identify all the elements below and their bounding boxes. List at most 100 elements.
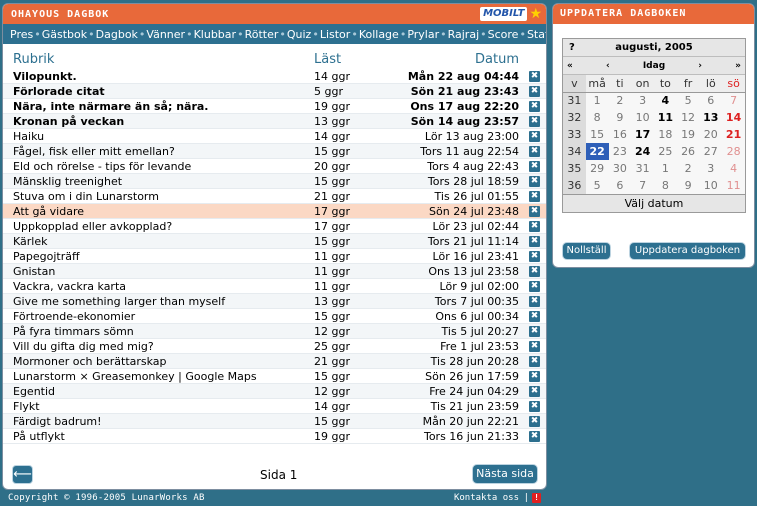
mobile-logo[interactable]: MOBILT xyxy=(480,7,528,21)
calendar-day[interactable]: 6 xyxy=(699,92,723,109)
calendar-day-today[interactable]: 22 xyxy=(585,143,609,160)
nav-item-rtter[interactable]: Rötter xyxy=(245,28,279,41)
column-header-title[interactable]: Rubrik xyxy=(13,52,54,67)
diary-entry-row[interactable]: Mormoner och berättarskap 21 ggr Tis 28 ju… xyxy=(3,354,546,369)
diary-entry-row[interactable]: På fyra timmars sömn 12 ggr Tis 5 jul 20:2… xyxy=(3,324,546,339)
nav-item-gstbok[interactable]: Gästbok xyxy=(42,28,87,41)
diary-entry-row[interactable]: Gnistan 11 ggr Ons 13 jul 23:58 ✖ xyxy=(3,264,546,279)
calendar-day[interactable]: 1 xyxy=(585,92,609,109)
delete-icon[interactable]: ✖ xyxy=(529,71,540,82)
diary-entry-row[interactable]: Eld och rörelse - tips för levande 20 ggr… xyxy=(3,159,546,174)
delete-icon[interactable]: ✖ xyxy=(529,281,540,292)
entry-title-link[interactable]: Förtroende-ekonomier xyxy=(13,309,135,324)
diary-entry-row[interactable]: Förtroende-ekonomier 15 ggr Ons 6 jul 00:3… xyxy=(3,309,546,324)
entry-title-link[interactable]: Kronan på veckan xyxy=(13,114,124,129)
diary-entry-row[interactable]: Färdigt badrum! 15 ggr Mån 20 jun 22:21 ✖ xyxy=(3,414,546,429)
entry-title-link[interactable]: Eld och rörelse - tips för levande xyxy=(13,159,191,174)
delete-icon[interactable]: ✖ xyxy=(529,191,540,202)
diary-entry-row[interactable]: Haiku 14 ggr Lör 13 aug 23:00 ✖ xyxy=(3,129,546,144)
calendar-day[interactable]: 8 xyxy=(653,177,677,194)
column-header-read[interactable]: Läst xyxy=(314,52,341,67)
entry-title-link[interactable]: Kärlek xyxy=(13,234,47,249)
entry-title-link[interactable]: Haiku xyxy=(13,129,44,144)
delete-icon[interactable]: ✖ xyxy=(529,101,540,112)
nav-item-dagbok[interactable]: Dagbok xyxy=(96,28,138,41)
diary-entry-row[interactable]: Uppkopplad eller avkopplad? 17 ggr Lör 23 … xyxy=(3,219,546,234)
calendar-day[interactable]: 19 xyxy=(676,126,700,143)
diary-entry-row[interactable]: Nära, inte närmare än så; nära. 19 ggr Ons… xyxy=(3,99,546,114)
delete-icon[interactable]: ✖ xyxy=(529,416,540,427)
entry-title-link[interactable]: Flykt xyxy=(13,399,40,414)
diary-entry-row[interactable]: Egentid 12 ggr Fre 24 jun 04:29 ✖ xyxy=(3,384,546,399)
calendar-day[interactable]: 8 xyxy=(585,109,609,126)
calendar-day[interactable]: 12 xyxy=(676,109,700,126)
calendar-day[interactable]: 21 xyxy=(722,126,745,143)
calendar-day[interactable]: 17 xyxy=(631,126,654,143)
column-header-date[interactable]: Datum xyxy=(475,52,519,67)
reset-button[interactable]: Nollställ xyxy=(562,242,611,260)
nav-item-vnner[interactable]: Vänner xyxy=(146,28,185,41)
calendar-day[interactable]: 7 xyxy=(631,177,654,194)
entry-title-link[interactable]: Give me something larger than myself xyxy=(13,294,225,309)
entry-title-link[interactable]: Nära, inte närmare än så; nära. xyxy=(13,99,208,114)
delete-icon[interactable]: ✖ xyxy=(529,386,540,397)
prev-month-button[interactable]: ‹ xyxy=(606,61,610,71)
entry-title-link[interactable]: Uppkopplad eller avkopplad? xyxy=(13,219,172,234)
calendar-day[interactable]: 1 xyxy=(653,160,677,177)
nav-item-prylar[interactable]: Prylar xyxy=(407,28,439,41)
diary-entry-row[interactable]: Stuva om i din Lunarstorm 21 ggr Tis 26 ju… xyxy=(3,189,546,204)
diary-entry-row[interactable]: På utflykt 19 ggr Tors 16 jun 21:33 ✖ xyxy=(3,429,546,444)
calendar-day[interactable]: 6 xyxy=(608,177,632,194)
diary-entry-row[interactable]: Kärlek 15 ggr Tors 21 jul 11:14 ✖ xyxy=(3,234,546,249)
delete-icon[interactable]: ✖ xyxy=(529,116,540,127)
entry-title-link[interactable]: Att gå vidare xyxy=(13,204,84,219)
entry-title-link[interactable]: Vackra, vackra karta xyxy=(13,279,126,294)
diary-entry-row[interactable]: Flykt 14 ggr Tis 21 jun 23:59 ✖ xyxy=(3,399,546,414)
calendar-day[interactable]: 3 xyxy=(699,160,723,177)
delete-icon[interactable]: ✖ xyxy=(529,326,540,337)
nav-item-pres[interactable]: Pres xyxy=(10,28,33,41)
calendar-day[interactable]: 29 xyxy=(585,160,609,177)
calendar-day[interactable]: 4 xyxy=(722,160,745,177)
calendar-day[interactable]: 14 xyxy=(722,109,745,126)
previous-page-button[interactable]: ⟵ xyxy=(12,465,33,484)
calendar-day[interactable]: 16 xyxy=(608,126,632,143)
entry-title-link[interactable]: Egentid xyxy=(13,384,55,399)
calendar-day[interactable]: 27 xyxy=(699,143,723,160)
diary-entry-row[interactable]: Vilopunkt. 14 ggr Mån 22 aug 04:44 ✖ xyxy=(3,69,546,84)
calendar-day[interactable]: 10 xyxy=(699,177,723,194)
delete-icon[interactable]: ✖ xyxy=(529,296,540,307)
entry-title-link[interactable]: På utflykt xyxy=(13,429,65,444)
calendar-day[interactable]: 25 xyxy=(653,143,677,160)
delete-icon[interactable]: ✖ xyxy=(529,266,540,277)
delete-icon[interactable]: ✖ xyxy=(529,176,540,187)
calendar-day[interactable]: 9 xyxy=(608,109,632,126)
update-diary-button[interactable]: Uppdatera dagboken xyxy=(629,242,746,260)
calendar-day[interactable]: 20 xyxy=(699,126,723,143)
calendar-day[interactable]: 24 xyxy=(631,143,654,160)
calendar-day[interactable]: 23 xyxy=(608,143,632,160)
diary-entry-row[interactable]: Vackra, vackra karta 11 ggr Lör 9 jul 02:0… xyxy=(3,279,546,294)
alert-icon[interactable]: ! xyxy=(532,493,541,503)
diary-entry-row[interactable]: Papegojträff 11 ggr Lör 16 jul 23:41 ✖ xyxy=(3,249,546,264)
delete-icon[interactable]: ✖ xyxy=(529,146,540,157)
calendar-day[interactable]: 3 xyxy=(631,92,654,109)
next-page-button[interactable]: Nästa sida xyxy=(472,464,538,484)
calendar-help-button[interactable]: ? xyxy=(569,39,575,57)
calendar-day[interactable]: 15 xyxy=(585,126,609,143)
calendar-day[interactable]: 5 xyxy=(585,177,609,194)
delete-icon[interactable]: ✖ xyxy=(529,161,540,172)
calendar-day[interactable]: 31 xyxy=(631,160,654,177)
calendar-day[interactable]: 28 xyxy=(722,143,745,160)
delete-icon[interactable]: ✖ xyxy=(529,311,540,322)
delete-icon[interactable]: ✖ xyxy=(529,251,540,262)
next-month-button[interactable]: › xyxy=(698,61,702,71)
nav-item-rajraj[interactable]: Rajraj xyxy=(448,28,480,41)
nav-item-score[interactable]: Score xyxy=(488,28,519,41)
diary-entry-row[interactable]: Mänsklig treenighet 15 ggr Tors 28 jul 18:… xyxy=(3,174,546,189)
calendar-day[interactable]: 2 xyxy=(608,92,632,109)
calendar-day[interactable]: 11 xyxy=(722,177,745,194)
delete-icon[interactable]: ✖ xyxy=(529,371,540,382)
entry-title-link[interactable]: Förlorade citat xyxy=(13,84,105,99)
diary-entry-row[interactable]: Give me something larger than myself 13 g… xyxy=(3,294,546,309)
